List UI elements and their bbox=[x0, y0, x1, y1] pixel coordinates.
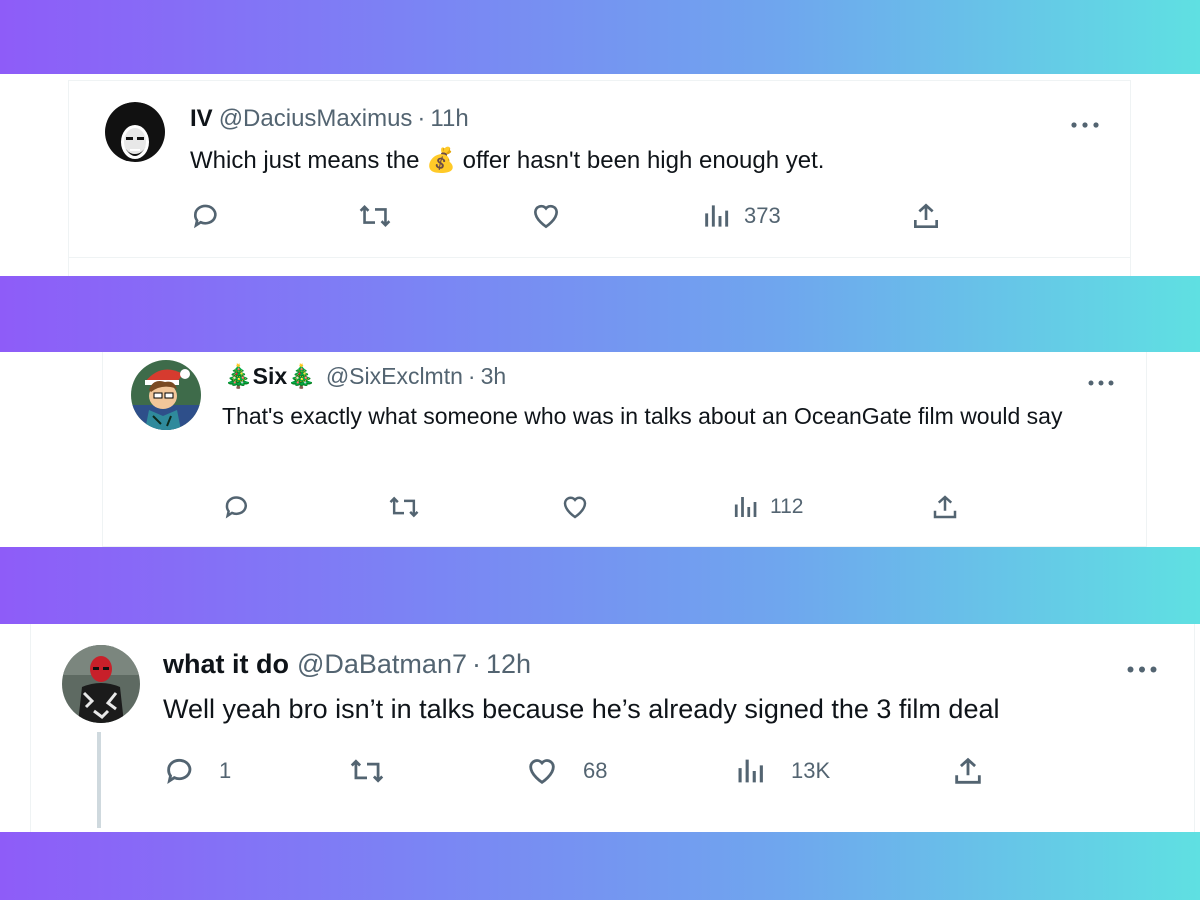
share-icon bbox=[914, 203, 938, 228]
reply-button[interactable] bbox=[190, 200, 236, 232]
action-bar-1: 373 bbox=[190, 200, 950, 232]
gradient-band-middle-2 bbox=[0, 547, 1200, 624]
retweet-button[interactable] bbox=[358, 200, 406, 232]
user-handle[interactable]: @DaciusMaximus bbox=[219, 105, 413, 133]
more-options-icon[interactable] bbox=[1126, 661, 1158, 679]
gradient-band-bottom bbox=[0, 832, 1200, 900]
christmas-tree-emoji: 🎄 bbox=[224, 363, 253, 389]
analytics-icon bbox=[738, 759, 763, 783]
display-name[interactable]: Six bbox=[253, 363, 288, 390]
view-count: 13K bbox=[791, 758, 831, 783]
view-count: 112 bbox=[770, 495, 804, 518]
tweet-text-1: Which just means the 💰 offer hasn't been… bbox=[190, 144, 824, 177]
tweet-text-3: Well yeah bro isn’t in talks because he’… bbox=[163, 694, 1000, 724]
views-button[interactable]: 112 bbox=[732, 492, 803, 522]
retweet-button[interactable] bbox=[388, 492, 434, 522]
reply-button[interactable]: 1 bbox=[163, 754, 231, 788]
share-button[interactable] bbox=[951, 754, 985, 788]
display-name[interactable]: IV bbox=[190, 105, 213, 133]
timestamp[interactable]: 12h bbox=[486, 649, 531, 680]
reply-icon bbox=[167, 758, 192, 785]
cartoon-santa-avatar[interactable] bbox=[131, 360, 201, 430]
reply-icon bbox=[193, 204, 217, 229]
thread-line bbox=[97, 732, 101, 828]
heart-icon bbox=[563, 496, 587, 519]
christmas-tree-emoji: 🎄 bbox=[287, 363, 316, 389]
divider bbox=[69, 257, 1130, 258]
money-bag-emoji: 💰 bbox=[426, 147, 456, 174]
separator-dot: · bbox=[471, 649, 481, 679]
share-icon bbox=[955, 757, 981, 784]
reply-icon bbox=[225, 496, 247, 519]
tweet-header-2: 🎄 Six 🎄 @SixExclmtn · 3h bbox=[224, 363, 506, 390]
gradient-band-top bbox=[0, 0, 1200, 74]
tweet-text-2: That's exactly what someone who was in t… bbox=[222, 403, 1063, 429]
share-icon bbox=[933, 495, 957, 519]
tweet-header-3: what it do @DaBatman7 · 12h bbox=[163, 649, 531, 680]
analytics-icon bbox=[705, 205, 729, 227]
retweet-icon bbox=[359, 204, 391, 228]
like-count: 68 bbox=[583, 758, 608, 783]
like-button[interactable] bbox=[560, 492, 604, 522]
retweet-icon bbox=[389, 496, 419, 518]
like-button[interactable] bbox=[530, 200, 576, 232]
gradient-band-middle-1 bbox=[0, 276, 1200, 352]
user-handle[interactable]: @SixExclmtn bbox=[326, 363, 463, 390]
timestamp[interactable]: 3h bbox=[481, 363, 507, 390]
heart-icon bbox=[533, 204, 559, 229]
like-button[interactable]: 68 bbox=[525, 754, 607, 788]
analytics-icon bbox=[734, 497, 757, 517]
reply-count: 1 bbox=[219, 758, 232, 783]
timestamp[interactable]: 11h bbox=[430, 105, 468, 133]
action-bar-3: 1 68 13K bbox=[163, 754, 993, 786]
tweet-header-1: IV @DaciusMaximus · 11h bbox=[190, 105, 469, 133]
heart-icon bbox=[529, 759, 555, 785]
share-button[interactable] bbox=[910, 200, 942, 232]
separator-dot: · bbox=[467, 363, 476, 389]
display-name[interactable]: what it do bbox=[163, 649, 289, 680]
retweet-button[interactable] bbox=[349, 754, 399, 788]
separator-dot: · bbox=[417, 105, 426, 132]
views-button[interactable]: 13K bbox=[735, 754, 830, 788]
tweet-text-part: offer hasn't been high enough yet. bbox=[462, 147, 825, 174]
view-count: 373 bbox=[744, 203, 781, 228]
retweet-icon bbox=[350, 759, 384, 783]
user-handle[interactable]: @DaBatman7 bbox=[297, 649, 467, 680]
tweet-text-part: Which just means the bbox=[190, 147, 420, 174]
views-button[interactable]: 373 bbox=[702, 200, 781, 232]
more-options-icon[interactable] bbox=[1070, 116, 1100, 134]
more-options-icon[interactable] bbox=[1087, 374, 1115, 392]
masked-person-avatar[interactable] bbox=[62, 645, 140, 723]
action-bar-2: 112 bbox=[222, 492, 982, 524]
share-button[interactable] bbox=[930, 492, 960, 522]
reply-button[interactable] bbox=[222, 492, 266, 522]
bob-ross-avatar[interactable] bbox=[102, 102, 168, 168]
